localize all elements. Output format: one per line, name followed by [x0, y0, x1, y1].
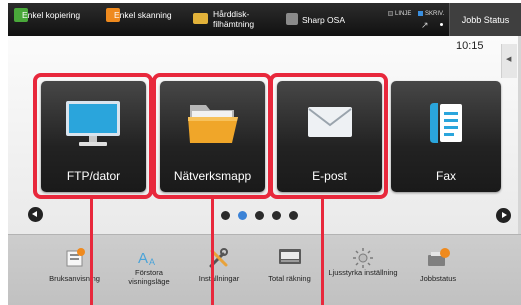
page-dot-1[interactable] [221, 211, 230, 220]
hdd-file-retrieve-shortcut[interactable]: Hårddisk- filhämtning [188, 3, 283, 36]
status-indicators: LINJE SKRIV. ↗ [388, 8, 448, 32]
hdd-file-retrieve-label: Hårddisk- filhämtning [213, 9, 255, 29]
chevron-right-icon [502, 212, 507, 218]
job-status-bottom-label: Jobbstatus [419, 274, 457, 283]
job-status-button[interactable]: Jobb Status [449, 3, 521, 36]
brightness-icon [353, 248, 373, 268]
magnify-display-label: Förstora visningsläge [128, 268, 170, 286]
chevron-left-icon [32, 211, 37, 217]
highlight-frame-ftp [33, 73, 153, 199]
hdd-folder-icon [193, 13, 208, 24]
previous-page-button[interactable] [28, 207, 43, 222]
clock: 10:15 [456, 40, 484, 52]
side-panel-tab[interactable]: ◀ [501, 44, 517, 78]
chevron-left-icon: ◀ [506, 56, 512, 63]
book-icon [66, 248, 85, 267]
line-status-label: LINJE [395, 11, 412, 18]
settings-label: Inställningar [198, 274, 240, 283]
home-main-area: 10:15 ◀ FTP/dator Nätverksmapp E-post Fa… [8, 36, 521, 305]
easy-copy-label: Enkel kopiering [22, 10, 81, 20]
print-status-label: SKRIV. [425, 11, 445, 18]
callout-line-ftp [90, 199, 93, 305]
page-dot-3[interactable] [255, 211, 264, 220]
magnify-display-button[interactable]: A A Förstora visningsläge [114, 235, 184, 305]
highlight-frame-folder [152, 73, 272, 199]
print-status-indicator: SKRIV. [418, 11, 444, 18]
fax-label: Fax [435, 169, 456, 183]
total-count-label: Total räkning [268, 274, 311, 283]
svg-text:A: A [149, 257, 155, 267]
easy-scan-label: Enkel skanning [114, 10, 172, 20]
easy-copy-shortcut[interactable]: Enkel kopiering [14, 3, 99, 36]
status-dot [440, 23, 443, 26]
counter-icon [278, 249, 301, 264]
operation-guide-label: Bruksanvisning [49, 274, 100, 283]
job-status-label: Jobb Status [461, 14, 510, 25]
settings-button[interactable]: Inställningar [184, 235, 254, 305]
total-count-button[interactable]: Total räkning [252, 235, 327, 305]
fax-icon [430, 103, 462, 143]
magnify-text-icon: A A [138, 250, 155, 267]
page-indicator [221, 211, 311, 221]
osa-icon [286, 13, 298, 25]
wireless-icon: ↗ [421, 20, 429, 30]
svg-text:A: A [138, 250, 148, 267]
fax-tile[interactable]: Fax [391, 81, 501, 192]
callout-line-folder [211, 199, 214, 305]
page-dot-4[interactable] [272, 211, 281, 220]
job-status-bottom-button[interactable]: Jobbstatus [403, 235, 473, 305]
top-shortcut-bar: Enkel kopiering Enkel skanning Hårddisk-… [8, 3, 521, 36]
sharp-osa-shortcut[interactable]: Sharp OSA [283, 3, 383, 36]
easy-scan-shortcut[interactable]: Enkel skanning [100, 3, 188, 36]
callout-line-email [321, 199, 324, 305]
home-screen: Enkel kopiering Enkel skanning Hårddisk-… [0, 0, 521, 305]
bottom-function-bar: Bruksanvisning A A Förstora visningsläge… [8, 234, 521, 305]
next-page-button[interactable] [496, 208, 511, 223]
highlight-frame-email [269, 73, 388, 199]
job-status-icon [428, 248, 450, 266]
brightness-button[interactable]: Ljusstyrka inställning [328, 235, 398, 305]
sharp-osa-label: Sharp OSA [302, 15, 345, 25]
operation-guide-button[interactable]: Bruksanvisning [32, 235, 117, 305]
page-dot-5[interactable] [289, 211, 298, 220]
line-status-indicator: LINJE [388, 11, 411, 18]
page-dot-2[interactable] [238, 211, 247, 220]
brightness-label: Ljusstyrka inställning [328, 268, 398, 277]
